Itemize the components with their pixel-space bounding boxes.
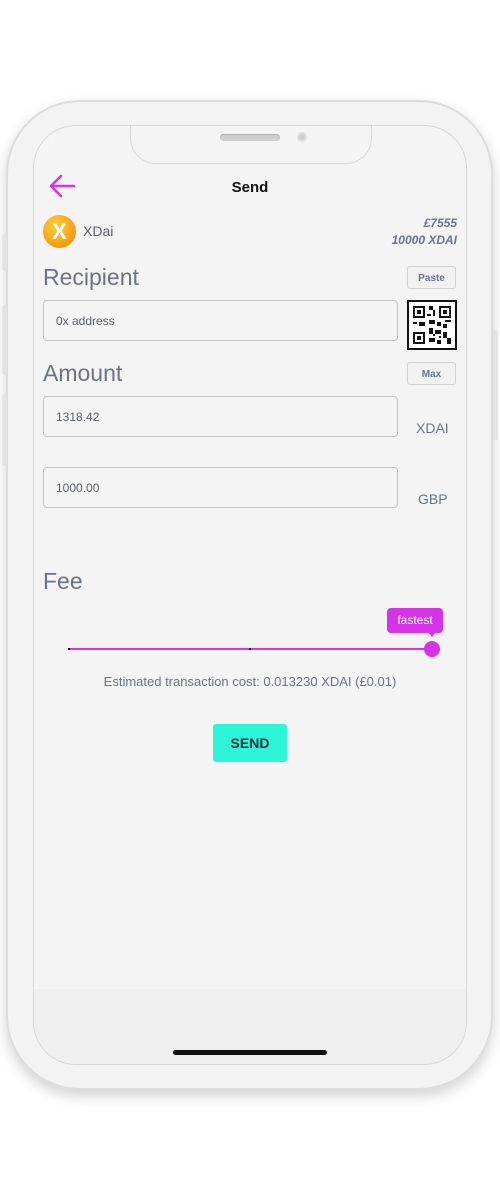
- page-title: Send: [231, 179, 269, 196]
- tooltip-pointer: [428, 632, 436, 637]
- send-button[interactable]: SEND: [213, 724, 287, 762]
- amount-label: Amount: [43, 360, 123, 386]
- balance-fiat: £7555: [423, 216, 457, 230]
- amount-crypto-unit: XDAI: [416, 420, 449, 436]
- coin-name: XDai: [83, 223, 114, 239]
- phone-power-button: [493, 330, 498, 440]
- slider-step-mark: [249, 648, 251, 650]
- fee-slider-thumb[interactable]: [424, 641, 440, 657]
- paste-button[interactable]: Paste: [407, 266, 456, 289]
- amount-crypto-input[interactable]: [44, 397, 397, 436]
- balance-crypto: 10000 XDAI: [391, 233, 457, 247]
- home-indicator: [173, 1050, 327, 1055]
- phone-camera: [297, 132, 307, 142]
- recipient-address-field[interactable]: [43, 300, 398, 341]
- phone-volume-up-button: [2, 305, 7, 375]
- estimated-cost-text: Estimated transaction cost: 0.013230 XDA…: [103, 674, 397, 689]
- xdai-coin-icon: X: [43, 215, 76, 248]
- phone-volume-down-button: [2, 395, 7, 465]
- slider-step-mark: [68, 648, 70, 650]
- fee-speed-tooltip: fastest: [387, 608, 443, 633]
- amount-fiat-input[interactable]: [44, 468, 397, 507]
- amount-fiat-field[interactable]: [43, 467, 398, 508]
- amount-crypto-field[interactable]: [43, 396, 398, 437]
- phone-notch: [130, 126, 372, 164]
- recipient-label: Recipient: [43, 264, 139, 290]
- fee-label: Fee: [43, 568, 83, 594]
- recipient-address-input[interactable]: [44, 301, 397, 340]
- phone-silent-switch: [2, 235, 7, 271]
- phone-speaker: [220, 134, 280, 141]
- qr-code-scan-icon[interactable]: [407, 300, 457, 350]
- amount-fiat-unit: GBP: [418, 491, 448, 507]
- max-button[interactable]: Max: [407, 362, 456, 385]
